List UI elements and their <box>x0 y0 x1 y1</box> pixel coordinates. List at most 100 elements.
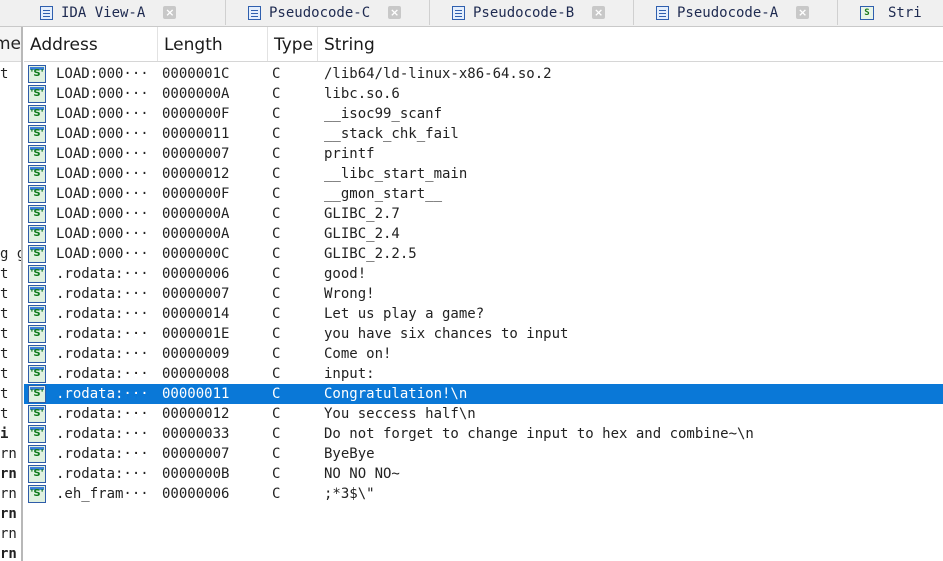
table-row[interactable]: LOAD:000··· 0000001C C/lib64/ld-linux-x86-… <box>24 64 943 84</box>
left-pane-row[interactable]: t <box>0 344 21 364</box>
cell-length: 00000007 <box>162 146 230 162</box>
left-pane-row[interactable] <box>0 164 21 184</box>
left-pane-row[interactable]: t <box>0 64 21 84</box>
string-literal-icon-glyph <box>28 425 46 443</box>
cell-string: GLIBC_2.4 <box>324 226 400 242</box>
cell-length: 0000001E <box>162 326 230 342</box>
string-literal-icon <box>28 485 46 503</box>
left-pane-row[interactable]: t <box>0 264 21 284</box>
cell-address: .rodata:··· <box>56 446 149 462</box>
cell-string: ;*3$\" <box>324 486 375 502</box>
left-pane-row[interactable] <box>0 204 21 224</box>
string-literal-icon <box>28 345 46 363</box>
string-literal-icon-glyph <box>28 345 46 363</box>
cell-type: C <box>272 146 281 162</box>
tab-pseudocode-a[interactable]: Pseudocode-A × <box>634 0 838 25</box>
table-row[interactable]: .rodata:··· 00000009 C Come on! <box>24 344 943 364</box>
left-pane-row[interactable]: rn <box>0 524 21 544</box>
left-pane-row[interactable]: t <box>0 384 21 404</box>
table-row[interactable]: .rodata:··· 00000008 Cinput: <box>24 364 943 384</box>
left-pane: me tg gcttttttttirnrnrnrnrnrn <box>0 27 23 561</box>
left-pane-row[interactable]: rn <box>0 444 21 464</box>
close-icon[interactable]: × <box>388 6 402 19</box>
left-pane-row[interactable] <box>0 124 21 144</box>
string-literal-icon <box>28 245 46 263</box>
cell-type: C <box>272 126 281 142</box>
table-row[interactable]: LOAD:000··· 0000000A C GLIBC_2.4 <box>24 224 943 244</box>
cell-type: C <box>272 226 281 242</box>
table-row[interactable]: LOAD:000··· 00000007 Cprintf <box>24 144 943 164</box>
string-literal-icon-glyph <box>28 185 46 203</box>
string-literal-icon-glyph <box>28 485 46 503</box>
table-row[interactable]: .rodata:··· 0000001E Cyou have six chances… <box>24 324 943 344</box>
cell-string: __isoc99_scanf <box>324 106 443 122</box>
tab-pseudocode-b[interactable]: Pseudocode-B × <box>430 0 634 25</box>
cell-type: C <box>272 66 281 82</box>
left-pane-row[interactable]: g gc <box>0 244 21 264</box>
string-literal-icon-glyph <box>28 165 46 183</box>
table-row[interactable]: LOAD:000··· 00000012 C __libc_start_main <box>24 164 943 184</box>
left-pane-row[interactable]: t <box>0 284 21 304</box>
string-literal-icon <box>28 185 46 203</box>
table-row[interactable]: .rodata:··· 00000007 C Wrong! <box>24 284 943 304</box>
column-header-address[interactable]: Address <box>24 27 158 61</box>
cell-address: .rodata:··· <box>56 406 149 422</box>
close-icon[interactable]: × <box>592 6 606 19</box>
left-pane-row[interactable]: rn <box>0 504 21 524</box>
cell-string: __stack_chk_fail <box>324 126 459 142</box>
cell-length: 00000014 <box>162 306 230 322</box>
cell-length: 00000012 <box>162 166 230 182</box>
table-row[interactable]: LOAD:000··· 0000000F C __gmon_start__ <box>24 184 943 204</box>
table-row[interactable]: LOAD:000··· 0000000F C __isoc99_scanf <box>24 104 943 124</box>
table-row[interactable]: .rodata:··· 00000006 Cgood! <box>24 264 943 284</box>
column-header-length[interactable]: Length <box>158 27 268 61</box>
table-row[interactable]: LOAD:000··· 0000000C C GLIBC_2.2.5 <box>24 244 943 264</box>
left-pane-row[interactable]: rn <box>0 484 21 504</box>
table-row[interactable]: .eh_fram··· 00000006 C ;*3$\" <box>24 484 943 504</box>
cell-string: GLIBC_2.2.5 <box>324 246 417 262</box>
string-literal-icon-glyph <box>28 245 46 263</box>
cell-address: LOAD:000··· <box>56 246 149 262</box>
table-row[interactable]: .rodata:··· 00000011 C Congratulation!\n <box>24 384 943 404</box>
cell-length: 0000000A <box>162 206 230 222</box>
close-icon[interactable]: × <box>163 6 177 19</box>
cell-length: 0000000F <box>162 106 230 122</box>
left-pane-row[interactable] <box>0 84 21 104</box>
left-pane-row[interactable] <box>0 144 21 164</box>
close-icon[interactable]: × <box>796 6 810 19</box>
column-header-type[interactable]: Type <box>268 27 318 61</box>
table-row[interactable]: .rodata:··· 0000000B C NO NO NO~ <box>24 464 943 484</box>
tab-ida-view-a[interactable]: IDA View-A × <box>14 0 226 25</box>
left-pane-row[interactable]: t <box>0 304 21 324</box>
left-pane-row[interactable]: t <box>0 324 21 344</box>
table-row[interactable]: LOAD:000··· 0000000A Clibc.so.6 <box>24 84 943 104</box>
table-row[interactable]: .rodata:··· 00000012 C You seccess half\n <box>24 404 943 424</box>
tab-stri[interactable]: S Stri <box>838 0 943 25</box>
cell-string: ByeBye <box>324 446 375 462</box>
string-literal-icon <box>28 405 46 423</box>
left-pane-row[interactable] <box>0 184 21 204</box>
left-pane-row[interactable]: i <box>0 424 21 444</box>
cell-address: .rodata:··· <box>56 306 149 322</box>
table-row[interactable]: .rodata:··· 00000033 C Do not forget to cha… <box>24 424 943 444</box>
left-pane-row[interactable]: t <box>0 404 21 424</box>
left-pane-row[interactable]: t <box>0 364 21 384</box>
table-row[interactable]: LOAD:000··· 00000011 C __stack_chk_fail <box>24 124 943 144</box>
tab-pseudocode-c[interactable]: Pseudocode-C × <box>226 0 430 25</box>
table-row[interactable]: .rodata:··· 00000007 C ByeBye <box>24 444 943 464</box>
table-row[interactable]: LOAD:000··· 0000000A C GLIBC_2.7 <box>24 204 943 224</box>
cell-length: 0000001C <box>162 66 230 82</box>
left-pane-row[interactable]: rn <box>0 544 21 561</box>
cell-address: LOAD:000··· <box>56 206 149 222</box>
string-literal-icon <box>28 365 46 383</box>
left-pane-row[interactable] <box>0 104 21 124</box>
cell-address: .rodata:··· <box>56 426 149 442</box>
string-literal-icon <box>28 125 46 143</box>
tab-label: Stri <box>888 4 922 21</box>
cell-address: .rodata:··· <box>56 386 149 402</box>
left-pane-row[interactable]: rn <box>0 464 21 484</box>
cell-string: libc.so.6 <box>324 86 400 102</box>
column-header-string[interactable]: String <box>318 27 943 61</box>
left-pane-row[interactable] <box>0 224 21 244</box>
table-row[interactable]: .rodata:··· 00000014 C Let us play a game? <box>24 304 943 324</box>
